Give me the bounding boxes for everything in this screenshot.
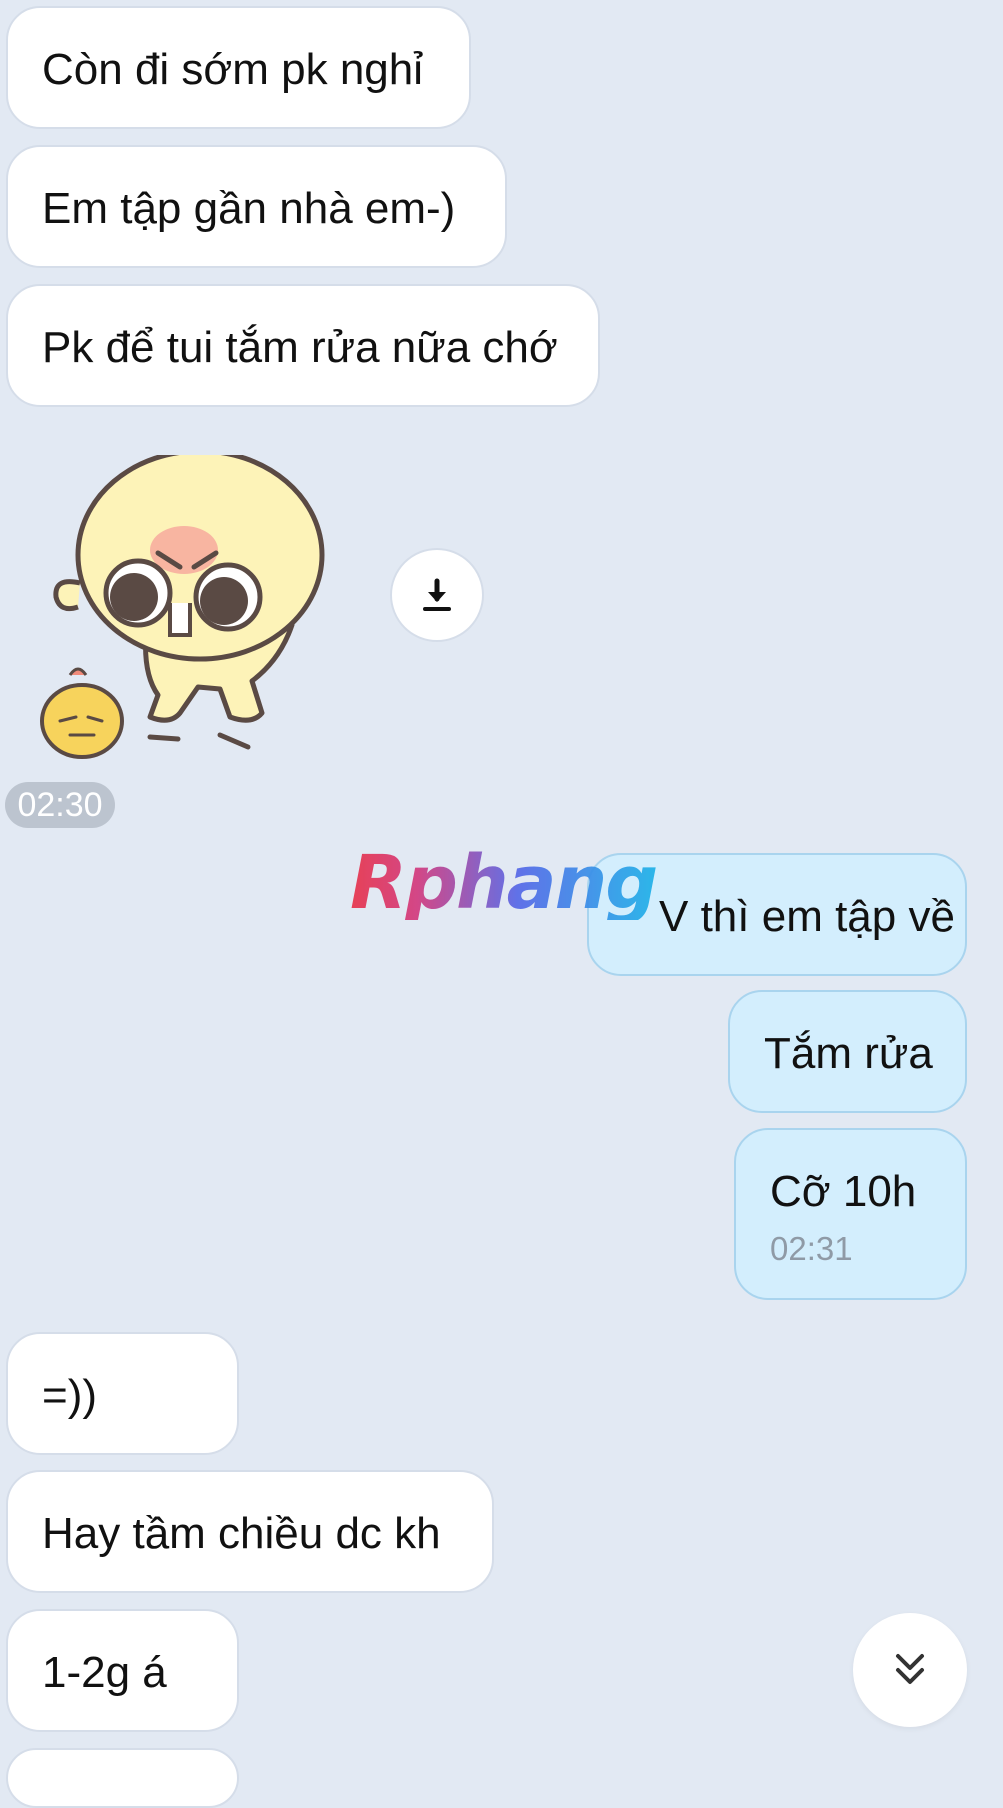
message-text: Cỡ 10h (770, 1167, 917, 1216)
message-timestamp: 02:30 (5, 782, 115, 828)
message-text: =)) (42, 1371, 97, 1420)
sticker-chick (40, 683, 124, 759)
scroll-to-bottom-button[interactable] (853, 1613, 967, 1727)
message-text: 1-2g á (42, 1648, 167, 1697)
sticker-hand (53, 579, 81, 612)
sticker-pupil-right (200, 577, 248, 625)
message-text: V thì em tập về (659, 892, 955, 941)
message-bubble-incoming[interactable]: Em tập gần nhà em-) (6, 145, 507, 268)
message-text: Còn đi sớm pk nghỉ (42, 45, 424, 94)
message-bubble-outgoing[interactable]: Cỡ 10h 02:31 (734, 1128, 967, 1300)
message-text: Hay tầm chiều dc kh (42, 1509, 441, 1558)
message-timestamp: 02:31 (770, 1230, 853, 1267)
message-bubble-incoming[interactable]: Pk để tui tắm rửa nữa chớ (6, 284, 600, 407)
sticker-pupil-left (110, 573, 158, 621)
message-text: Em tập gần nhà em-) (42, 184, 456, 233)
download-button[interactable] (390, 548, 484, 642)
message-bubble-outgoing[interactable]: Tắm rửa (728, 990, 967, 1113)
sticker-chick-crest (68, 667, 88, 676)
message-bubble-incoming[interactable]: Còn đi sớm pk nghỉ (6, 6, 471, 129)
sticker-image[interactable] (30, 455, 360, 765)
double-chevron-down-icon (896, 1654, 924, 1684)
message-text: Tắm rửa (764, 1029, 933, 1078)
message-text: Pk để tui tắm rửa nữa chớ (42, 323, 558, 372)
sticker-feet (147, 732, 251, 750)
sticker-mouth (168, 603, 192, 637)
message-bubble-incoming[interactable]: Hay tầm chiều dc kh (6, 1470, 494, 1593)
message-bubble-incoming[interactable]: =)) (6, 1332, 239, 1455)
download-icon (423, 578, 451, 611)
message-bubble-incoming[interactable]: 1-2g á (6, 1609, 239, 1732)
message-bubble-incoming-partial[interactable] (6, 1748, 239, 1808)
watermark-logo: Rphang (350, 840, 658, 926)
